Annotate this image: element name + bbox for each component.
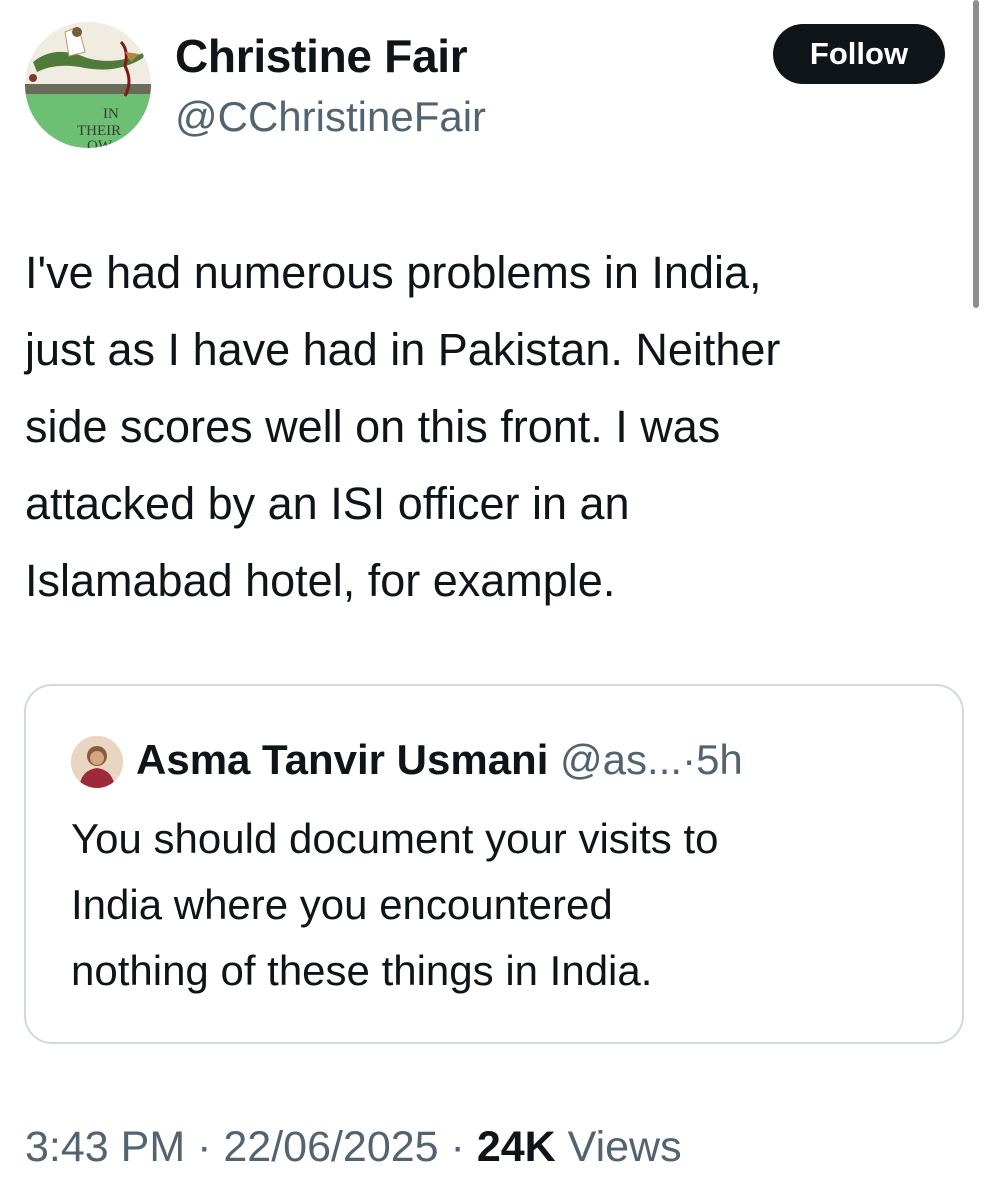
tweet-page: IN THEIR OW Christine Fair @CChristineFa… [0,0,990,1200]
person-photo-icon [71,736,123,788]
follow-button[interactable]: Follow [773,24,945,84]
separator-dot: · [197,1123,212,1171]
svg-text:THEIR: THEIR [77,123,121,139]
tweet-date[interactable]: 22/06/2025 [223,1123,438,1171]
svg-text:OW: OW [87,138,113,148]
author-avatar[interactable]: IN THEIR OW [25,22,151,148]
quoted-tweet-header: Asma Tanvir Usmani @as...·5h [136,733,743,787]
tweet-meta: 3:43 PM · 22/06/2025 · 24K Views [25,1120,682,1174]
quoted-text-line: India where you encountered [71,881,613,928]
scrollbar[interactable] [973,0,979,308]
author-handle[interactable]: @CChristineFair [175,92,486,142]
svg-text:IN: IN [103,106,119,122]
quoted-tweet-text: You should document your visits to India… [71,806,941,1004]
tweet-time[interactable]: 3:43 PM [25,1123,185,1171]
separator-dot: · [450,1123,465,1171]
quoted-tweet-card[interactable]: Asma Tanvir Usmani @as...·5h You should … [24,684,964,1044]
tweet-text-line: I've had numerous problems in India, [25,247,762,298]
tweet-text-line: attacked by an ISI officer in an [25,478,630,529]
quoted-author-avatar[interactable] [71,736,123,788]
quoted-author-handle[interactable]: @as... [560,736,682,783]
quoted-text-line: You should document your visits to [71,815,719,862]
views-count: 24K [476,1123,556,1171]
author-name[interactable]: Christine Fair [175,30,468,82]
tweet-text-line: Islamabad hotel, for example. [25,555,616,606]
tweet-text-line: just as I have had in Pakistan. Neither [25,324,781,375]
book-cover-avatar-icon: IN THEIR OW [25,22,151,148]
quoted-tweet-time[interactable]: 5h [696,736,743,783]
quoted-text-line: nothing of these things in India. [71,947,653,994]
quoted-author-name[interactable]: Asma Tanvir Usmani [136,736,548,783]
separator-dot: · [682,736,697,783]
views-label: Views [567,1123,682,1171]
tweet-text: I've had numerous problems in India, jus… [25,234,960,619]
tweet-text-line: side scores well on this front. I was [25,401,721,452]
